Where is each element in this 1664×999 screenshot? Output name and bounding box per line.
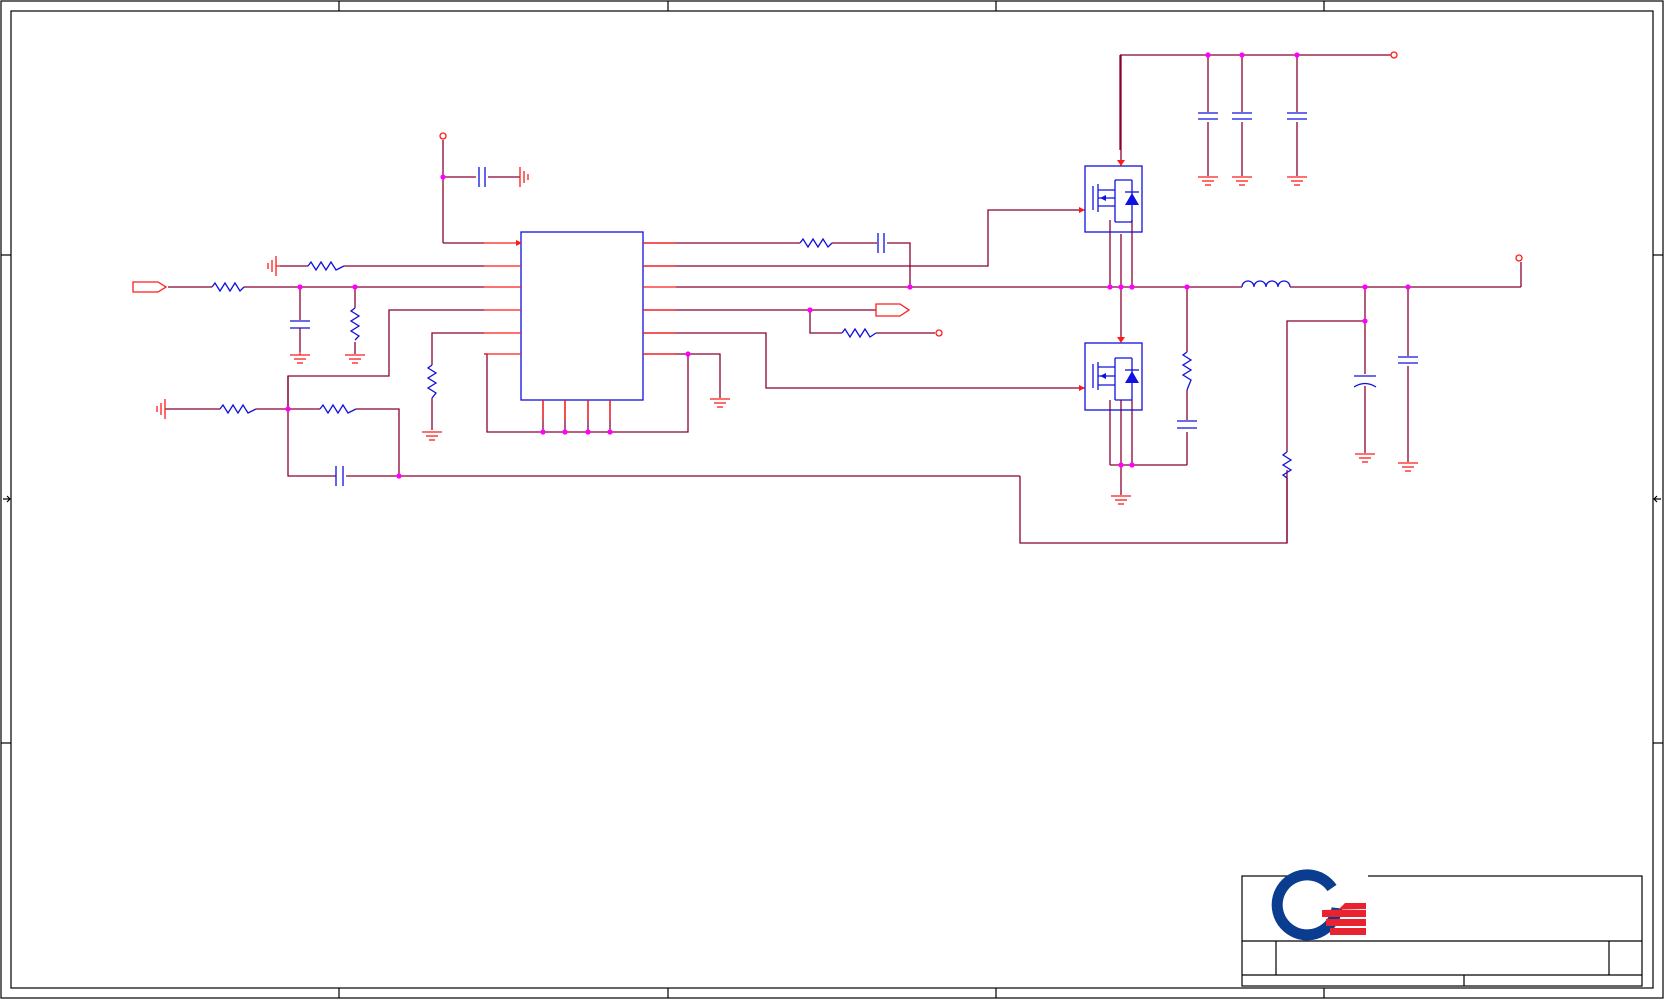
controller-ic[interactable] xyxy=(484,231,676,420)
resistor-icon[interactable] xyxy=(349,307,361,341)
capacitor-icon[interactable] xyxy=(1232,112,1252,120)
junction-dot xyxy=(285,406,291,412)
offpage-connector-icon[interactable] xyxy=(132,281,168,293)
junction-dot xyxy=(907,284,913,290)
junction-dot xyxy=(352,284,358,290)
net-wires xyxy=(165,54,1522,544)
junction-dot xyxy=(1107,284,1113,290)
resistor-icon[interactable] xyxy=(211,281,245,293)
resistor-icon[interactable] xyxy=(426,364,438,399)
resistor-icon[interactable] xyxy=(841,327,877,339)
controller-ic-pins xyxy=(484,242,676,420)
junction-dot xyxy=(1205,52,1211,58)
controller-ic-icon xyxy=(520,231,644,401)
ground-symbol-icon xyxy=(710,398,730,408)
junction-dot xyxy=(440,174,446,180)
junction-dot xyxy=(540,429,546,435)
capacitor-icon[interactable] xyxy=(335,466,344,486)
ground-symbol-icon xyxy=(267,256,280,276)
low-side-mosfet[interactable] xyxy=(1079,337,1143,411)
junction-dot xyxy=(807,307,813,313)
company-q-logo-icon xyxy=(1271,869,1366,941)
power-rail-icon[interactable] xyxy=(1390,51,1398,59)
junction-dot xyxy=(1362,284,1368,290)
junction-dot xyxy=(1294,52,1300,58)
junction-dot xyxy=(1118,284,1124,290)
junction-dot xyxy=(297,284,303,290)
junction-dot xyxy=(1362,318,1368,324)
capacitor-icon[interactable] xyxy=(1353,375,1377,388)
junction-dot xyxy=(1239,52,1245,58)
schematic-canvas xyxy=(0,0,1664,999)
capacitors xyxy=(290,112,1418,486)
ground-symbol-icon xyxy=(1232,176,1252,186)
ground-symbols xyxy=(156,167,1418,505)
schematic-sheet xyxy=(0,0,1664,999)
junction-dot xyxy=(585,429,591,435)
output-inductor-icon[interactable] xyxy=(1241,280,1291,288)
drawing-frame xyxy=(0,0,1664,999)
ground-symbol-icon xyxy=(1398,462,1418,472)
power-rail-icon[interactable] xyxy=(1515,254,1523,262)
resistor-icon[interactable] xyxy=(799,237,833,249)
power-rail-icon[interactable] xyxy=(439,132,447,140)
capacitor-icon[interactable] xyxy=(478,167,486,187)
ground-symbol-icon xyxy=(1111,495,1131,505)
resistor-icon[interactable] xyxy=(1181,351,1193,391)
title-block xyxy=(1241,869,1643,987)
resistor-icon[interactable] xyxy=(307,260,345,272)
ground-symbol-icon xyxy=(290,352,310,364)
junction-dot xyxy=(1405,284,1411,290)
capacitor-icon[interactable] xyxy=(1198,112,1218,120)
ground-symbol-icon xyxy=(1355,453,1375,463)
junction-dot xyxy=(685,351,691,357)
resistor-icon[interactable] xyxy=(319,403,357,415)
ground-symbol-icon xyxy=(1287,176,1307,186)
high-side-mosfet[interactable] xyxy=(1079,55,1143,233)
ground-symbol-icon xyxy=(1198,176,1218,186)
capacitor-icon[interactable] xyxy=(290,320,310,352)
junction-dot xyxy=(1129,462,1135,468)
capacitor-icon[interactable] xyxy=(1398,356,1418,364)
ground-symbol-icon xyxy=(519,167,529,187)
junction-dot xyxy=(1184,284,1190,290)
power-rails xyxy=(439,51,1523,337)
junction-dot xyxy=(396,473,402,479)
ground-symbol-icon xyxy=(422,431,442,441)
junction-dot xyxy=(1118,462,1124,468)
capacitor-icon[interactable] xyxy=(1177,420,1197,429)
junction-dot xyxy=(562,429,568,435)
junction-dot xyxy=(1129,284,1135,290)
offpage-connector-icon[interactable] xyxy=(875,303,911,317)
resistor-icon[interactable] xyxy=(219,403,257,415)
capacitor-icon[interactable] xyxy=(877,233,885,253)
power-rail-icon[interactable] xyxy=(935,329,943,337)
ground-symbol-icon xyxy=(345,354,365,364)
ground-symbol-icon xyxy=(156,399,166,419)
capacitor-icon[interactable] xyxy=(1287,112,1307,120)
junction-dot xyxy=(607,429,613,435)
